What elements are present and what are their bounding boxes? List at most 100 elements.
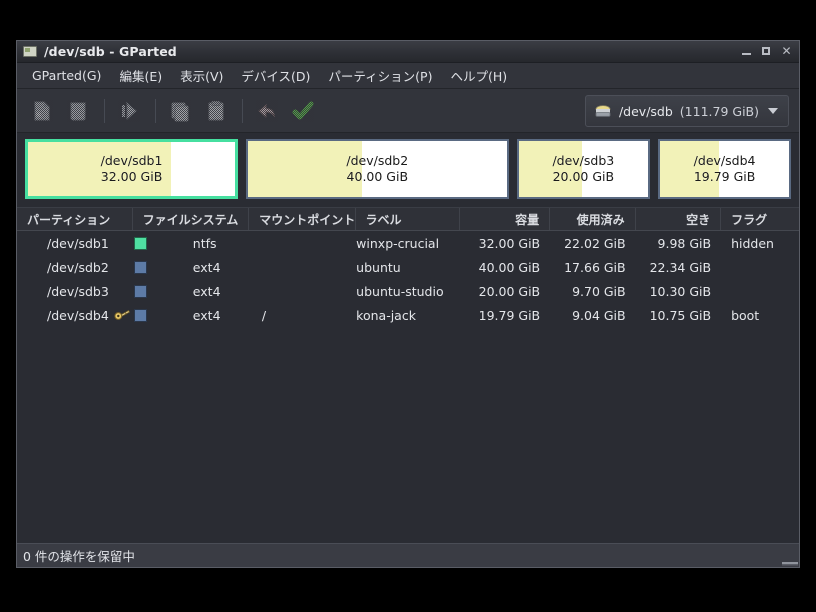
cell-used: 22.02 GiB [564,235,626,251]
table-row[interactable]: /dev/sdb3 ext4 ubuntu-studio 20.00 GiB 9… [17,279,799,303]
partition-graphic-size: 19.79 GiB [693,169,756,184]
window-titlebar: /dev/sdb - GParted ✕ [17,41,799,63]
cell-unused: 22.34 GiB [649,259,712,275]
partition-graphic-labels: /dev/sdb2 40.00 GiB [346,153,408,185]
cell-label: ubuntu-studio [356,283,444,299]
menu-view[interactable]: 表示(V) [171,63,232,88]
new-partition-icon [31,99,53,122]
cell-flags: hidden [731,235,774,251]
undo-arrow-icon [256,99,278,122]
menubar: GParted(G) 編集(E) 表示(V) デバイス(D) パーティション(P… [17,63,799,89]
paste-button[interactable] [199,94,233,128]
window-title: /dev/sdb - GParted [44,44,177,59]
menu-gparted[interactable]: GParted(G) [23,65,110,86]
resize-move-button[interactable] [112,94,146,128]
device-selector[interactable]: /dev/sdb (111.79 GiB) [584,95,789,127]
chevron-down-icon [768,108,778,114]
partition-graphic-labels: /dev/sdb4 19.79 GiB [694,153,756,185]
cell-size: 40.00 GiB [478,259,541,275]
partition-graphic-size: 32.00 GiB [100,169,163,184]
partition-graphic-size: 20.00 GiB [552,169,615,184]
apply-button[interactable] [286,94,320,128]
toolbar-separator-3 [242,98,243,123]
resize-move-icon [118,99,140,122]
cell-partition: /dev/sdb4 [17,308,134,323]
filesystem-name: ext4 [192,307,221,323]
partition-graphic-sdb3[interactable]: /dev/sdb3 20.00 GiB [516,139,651,199]
resize-grip[interactable] [782,556,798,566]
partition-table: パーティション ファイルシステム マウントポイント ラベル 容量 使用済み 空き… [17,207,799,543]
filesystem-name: ext4 [192,283,221,299]
partition-name: /dev/sdb4 [47,307,109,323]
window-controls: ✕ [741,45,795,57]
new-partition-button[interactable] [25,94,59,128]
column-unused[interactable]: 空き [636,208,722,230]
table-body: /dev/sdb1 ntfs winxp-crucial 32.00 GiB 2… [17,231,799,543]
menu-partition[interactable]: パーティション(P) [319,63,441,88]
harddisk-icon [594,104,612,118]
cell-size: 19.79 GiB [478,307,541,323]
cell-used: 17.66 GiB [564,259,626,275]
cell-unused: 10.30 GiB [649,283,712,299]
cell-filesystem: ext4 [133,307,250,323]
filesystem-color-swatch [133,308,147,322]
cell-used: 9.04 GiB [572,307,626,323]
partition-graphic-sdb2[interactable]: /dev/sdb2 40.00 GiB [246,139,509,199]
partition-graphic-name: /dev/sdb2 [346,153,409,168]
close-button[interactable]: ✕ [781,45,792,57]
column-size[interactable]: 容量 [460,208,551,230]
partition-graphic-sdb1[interactable]: /dev/sdb1 32.00 GiB [25,139,239,199]
copy-button[interactable] [163,94,197,128]
column-used[interactable]: 使用済み [550,208,636,230]
filesystem-color-swatch [133,236,147,250]
undo-button[interactable] [250,94,284,128]
cell-label: ubuntu [356,259,401,275]
column-filesystem[interactable]: ファイルシステム [133,208,250,230]
cell-size: 20.00 GiB [478,283,541,299]
partition-name: /dev/sdb2 [47,259,109,275]
partition-graphic-labels: /dev/sdb1 32.00 GiB [101,153,163,185]
cell-label: kona-jack [356,307,416,323]
paste-icon [205,99,227,122]
cell-unused: 9.98 GiB [657,235,712,251]
device-size: (111.79 GiB) [679,103,759,119]
cell-size: 32.00 GiB [478,235,541,251]
column-mountpoint[interactable]: マウントポイント [249,208,356,230]
apply-checkmark-icon [292,99,314,122]
gparted-window-icon [23,46,37,57]
partition-graphic-name: /dev/sdb3 [552,153,615,168]
gparted-window: /dev/sdb - GParted ✕ GParted(G) 編集(E) 表示… [16,40,800,568]
table-row[interactable]: /dev/sdb1 ntfs winxp-crucial 32.00 GiB 2… [17,231,799,255]
cell-flags: boot [731,307,760,323]
cell-partition: /dev/sdb3 [17,284,134,299]
menu-help[interactable]: ヘルプ(H) [441,63,516,88]
partition-graphic-size: 40.00 GiB [346,169,409,184]
minimize-button[interactable] [741,46,752,57]
cell-used: 9.70 GiB [572,283,626,299]
cell-filesystem: ext4 [133,259,250,275]
statusbar: 0 件の操作を保留中 [17,543,799,567]
table-row[interactable]: /dev/sdb4 ext4 / kona-jack 19.79 GiB 9.0… [17,303,799,327]
partition-graphic-sdb4[interactable]: /dev/sdb4 19.79 GiB [658,139,791,199]
menu-edit[interactable]: 編集(E) [110,63,171,88]
toolbar-separator-2 [155,98,156,123]
partition-graphic-name: /dev/sdb1 [100,153,163,168]
cell-filesystem: ntfs [133,236,250,251]
filesystem-name: ext4 [192,259,221,275]
cell-unused: 10.75 GiB [649,307,712,323]
maximize-button[interactable] [761,46,772,57]
cell-mountpoint: / [261,307,267,323]
cell-partition: /dev/sdb2 [17,260,134,275]
delete-partition-button[interactable] [61,94,95,128]
cell-partition: /dev/sdb1 [17,236,134,251]
column-flags[interactable]: フラグ [721,208,799,230]
table-row[interactable]: /dev/sdb2 ext4 ubuntu 40.00 GiB 17.66 Gi… [17,255,799,279]
partition-graphic: /dev/sdb1 32.00 GiB /dev/sdb2 40.00 GiB … [17,133,799,207]
delete-partition-icon [67,99,89,122]
column-partition[interactable]: パーティション [17,208,133,230]
device-name: /dev/sdb [618,103,673,119]
column-label[interactable]: ラベル [356,208,460,230]
menu-device[interactable]: デバイス(D) [232,63,319,88]
filesystem-color-swatch [133,260,147,274]
partition-graphic-labels: /dev/sdb3 20.00 GiB [552,153,614,185]
